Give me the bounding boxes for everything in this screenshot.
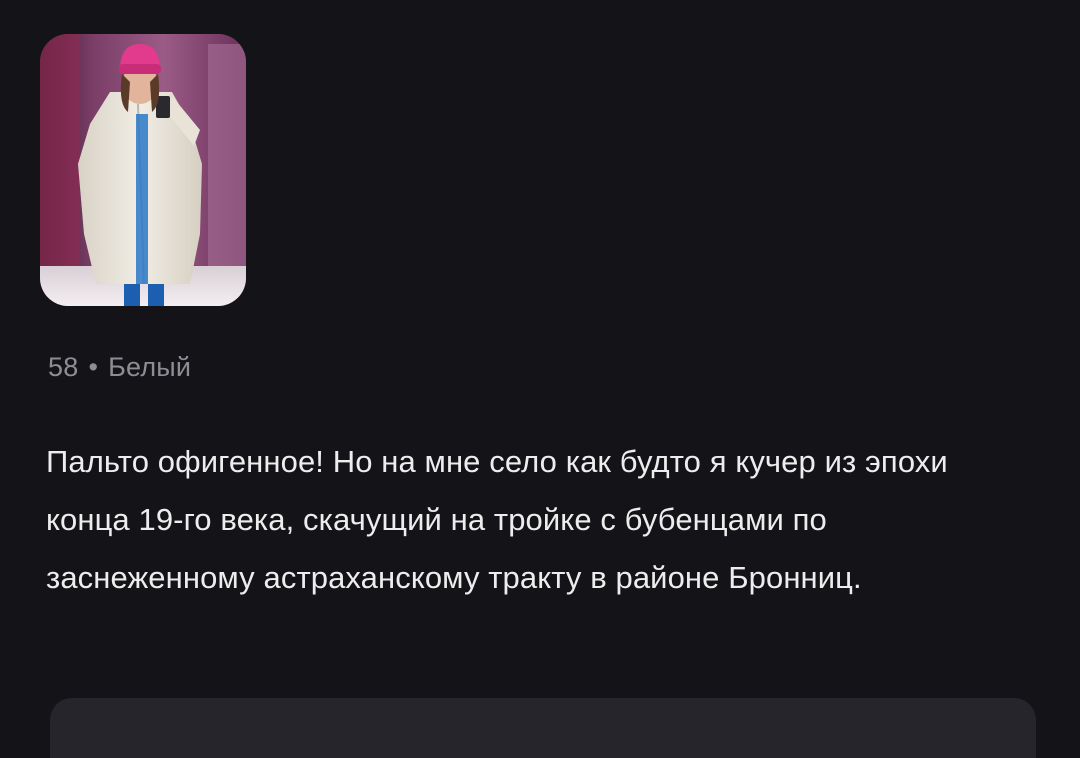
review-photo[interactable] [40, 34, 246, 306]
review-card: 58 • Белый Пальто офигенное! Но на мне сел… [0, 0, 1080, 758]
review-text: Пальто офигенное! Но на мне село как буд… [46, 444, 948, 595]
review-size: 58 [48, 352, 79, 382]
review-meta: 58 • Белый [48, 352, 191, 383]
review-photo-image [40, 34, 246, 306]
review-color: Белый [108, 352, 192, 382]
meta-separator: • [88, 352, 99, 382]
bottom-panel[interactable] [50, 698, 1036, 758]
